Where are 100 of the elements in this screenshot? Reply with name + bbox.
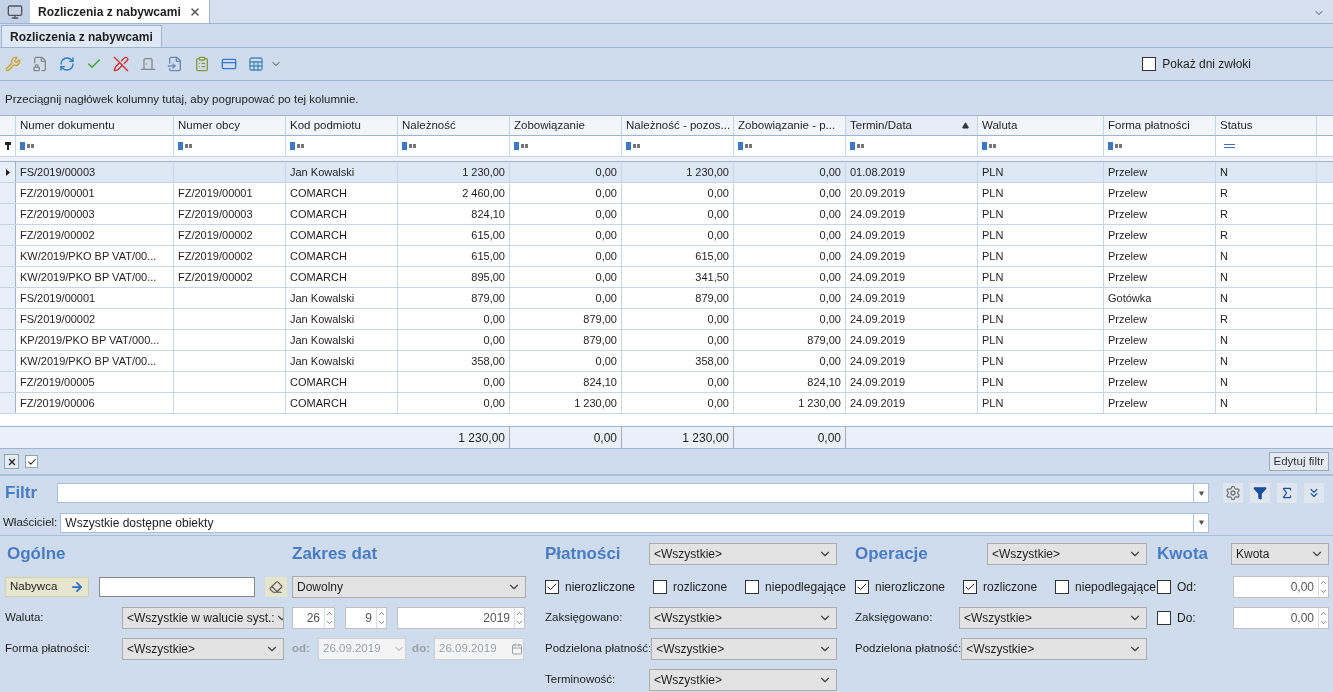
spin-field[interactable]: 9	[345, 607, 387, 629]
door-icon[interactable]	[139, 55, 157, 73]
caret-icon	[1198, 490, 1204, 496]
table-row[interactable]: FZ/2019/00003 FZ/2019/00003 COMARCH 824,10 0,00 0,00 0,00 24.09.2019 PLN Przelew R	[0, 204, 1333, 225]
dropdown[interactable]: <Wszystkie>	[987, 543, 1147, 565]
table-row[interactable]: KW/2019/PKO BP VAT/00... FZ/2019/00002 COMARCH 895,00 0,00 341,50 0,00 24.09.2019 PLN Przelew N	[0, 267, 1333, 288]
table-row[interactable]: FS/2019/00002 Jan Kowalski 0,00 879,00 0,00 0,00 24.09.2019 PLN Przelew R	[0, 309, 1333, 330]
expand-icon[interactable]	[1304, 483, 1324, 503]
dropdown[interactable]: <Wszystkie w walucie syst.:	[122, 607, 284, 629]
checkbox[interactable]	[1142, 57, 1157, 71]
current-row-icon	[5, 168, 10, 176]
dropdown[interactable]: <Wszystkie>	[649, 543, 837, 565]
table-cell-text: 615,00	[471, 248, 505, 264]
document-import-icon[interactable]	[166, 55, 184, 73]
checkbox[interactable]	[653, 580, 668, 594]
buyer-button[interactable]: Nabywca	[5, 577, 89, 597]
table-cell-text: PLN	[982, 164, 1004, 180]
table-cell-text: N	[1220, 248, 1228, 264]
document-lock-icon[interactable]	[31, 55, 49, 73]
table-cell-text: FS/2019/00001	[20, 290, 96, 306]
table-cell-text: 895,00	[471, 269, 505, 285]
dropdown[interactable]: <Wszystkie>	[649, 607, 837, 629]
table-row[interactable]: FS/2019/00003 Jan Kowalski 1 230,00 0,00 1 230,00 0,00 01.08.2019 PLN Przelew N	[0, 162, 1333, 183]
spin-field[interactable]: 2019	[397, 607, 525, 629]
dropdown[interactable]: <Wszystkie>	[959, 607, 1147, 629]
owner-field[interactable]: Wszystkie dostępne obiekty	[60, 512, 1210, 533]
checkbox[interactable]	[745, 580, 760, 594]
checkmark-icon	[26, 456, 37, 467]
table-row[interactable]: FZ/2019/00001 FZ/2019/00001 COMARCH 2 460,00 0,00 0,00 0,00 20.09.2019 PLN Przelew R	[0, 183, 1333, 204]
table-cell-text: FZ/2019/00001	[178, 185, 253, 201]
clear-filter-button[interactable]	[4, 454, 19, 469]
table-row[interactable]: FS/2019/00001 Jan Kowalski 879,00 0,00 879,00 0,00 24.09.2019 PLN Gotówka N	[0, 288, 1333, 309]
sheet-icon[interactable]	[247, 55, 265, 73]
view-tab[interactable]: Rozliczenia z nabywcami	[1, 25, 162, 47]
eraser-button[interactable]	[265, 577, 287, 597]
table-cell-text: Jan Kowalski	[290, 290, 355, 306]
spin-field[interactable]: 26	[292, 607, 335, 629]
table-cell-text: 0,00	[595, 185, 617, 201]
edit-filter-button[interactable]: Edytuj filtr	[1268, 452, 1329, 471]
table-cell-text: 2 460,00	[462, 185, 505, 201]
table-cell-text: KW/2019/PKO BP VAT/00...	[20, 353, 157, 369]
document-tab[interactable]: Rozliczenia z nabywcami	[30, 0, 210, 23]
table-cell-text: PLN	[982, 353, 1004, 369]
clipboard-icon[interactable]	[193, 55, 211, 73]
filter-enabled-checkbox[interactable]	[25, 455, 38, 468]
sigma-icon[interactable]	[1277, 483, 1297, 503]
text-filter-icon	[982, 142, 998, 150]
dropdown[interactable]: <Wszystkie>	[649, 669, 837, 691]
checkbox[interactable]	[1157, 611, 1171, 625]
pen-cross-icon[interactable]	[112, 55, 130, 73]
table-cell-text: 615,00	[695, 248, 729, 264]
table-cell-text: PLN	[982, 248, 1004, 264]
table-cell-text: PLN	[982, 227, 1004, 243]
section-heading: Płatności	[545, 543, 621, 566]
table-cell-text: 0,00	[819, 206, 841, 222]
checkbox-label: Pokaż dni zwłoki	[1162, 56, 1251, 73]
table-cell-text: 24.09.2019	[850, 311, 906, 327]
dropdown[interactable]: Kwota	[1231, 543, 1329, 565]
table-row[interactable]: KW/2019/PKO BP VAT/00... FZ/2019/00002 COMARCH 615,00 0,00 615,00 0,00 24.09.2019 PLN Przelew N	[0, 246, 1333, 267]
checkbox[interactable]	[545, 580, 559, 594]
dropdown[interactable]: <Wszystkie>	[961, 638, 1147, 660]
table-cell-text: 24.09.2019	[850, 227, 906, 243]
table-cell-text: 879,00	[583, 311, 617, 327]
checkbox-label: nierozliczone	[875, 579, 946, 596]
column-header[interactable]: Termin/Data	[846, 116, 978, 135]
table-cell-text: PLN	[982, 290, 1004, 306]
table-row[interactable]: KW/2019/PKO BP VAT/00... Jan Kowalski 358,00 0,00 358,00 0,00 24.09.2019 PLN Przelew N	[0, 351, 1333, 372]
table-cell-text: FZ/2019/00002	[20, 227, 95, 243]
buyer-field[interactable]	[99, 577, 255, 597]
table-row[interactable]: FZ/2019/00006 COMARCH 0,00 1 230,00 0,00 1 230,00 24.09.2019 PLN Przelew N	[0, 393, 1333, 414]
dropdown[interactable]: <Wszystkie>	[122, 638, 284, 660]
table-cell-text: 01.08.2019	[850, 164, 906, 180]
table-cell-text: PLN	[982, 269, 1004, 285]
checkbox[interactable]	[855, 580, 869, 594]
filter-field[interactable]	[57, 483, 1209, 503]
table-cell-text: R	[1220, 311, 1228, 327]
dropdown[interactable]: <Wszystkie>	[651, 638, 837, 660]
dropdown[interactable]: Dowolny	[292, 576, 526, 598]
settings-icon[interactable]	[1223, 483, 1243, 503]
table-cell-text: 0,00	[707, 374, 729, 390]
refresh-icon[interactable]	[58, 55, 76, 73]
table-cell-text: Przelew	[1108, 332, 1148, 348]
table-row[interactable]: FZ/2019/00002 FZ/2019/00002 COMARCH 615,00 0,00 0,00 0,00 24.09.2019 PLN Przelew R	[0, 225, 1333, 246]
table-cell-text: 20.09.2019	[850, 185, 906, 201]
table-row[interactable]: FZ/2019/00005 COMARCH 0,00 824,10 0,00 824,10 24.09.2019 PLN Przelew N	[0, 372, 1333, 393]
table-cell-text: Przelew	[1108, 227, 1148, 243]
table-row[interactable]: KP/2019/PKO BP VAT/000... Jan Kowalski 0,00 879,00 0,00 879,00 24.09.2019 PLN Przelew N	[0, 330, 1333, 351]
calendar-icon	[511, 643, 523, 655]
checkbox[interactable]	[1157, 580, 1171, 594]
table-cell-text: COMARCH	[290, 269, 347, 285]
row-header[interactable]	[0, 162, 16, 182]
spin-field[interactable]: 0,00	[1233, 576, 1329, 598]
monitor-icon[interactable]	[0, 0, 30, 23]
table-cell-text: Przelew	[1108, 395, 1148, 411]
filter-icon[interactable]	[1250, 483, 1270, 503]
checkbox-label: nierozliczone	[565, 579, 636, 596]
table-cell-text: 0,00	[819, 248, 841, 264]
checkbox[interactable]	[1055, 580, 1070, 594]
spin-field[interactable]: 0,00	[1233, 607, 1329, 629]
checkbox[interactable]	[963, 580, 978, 594]
